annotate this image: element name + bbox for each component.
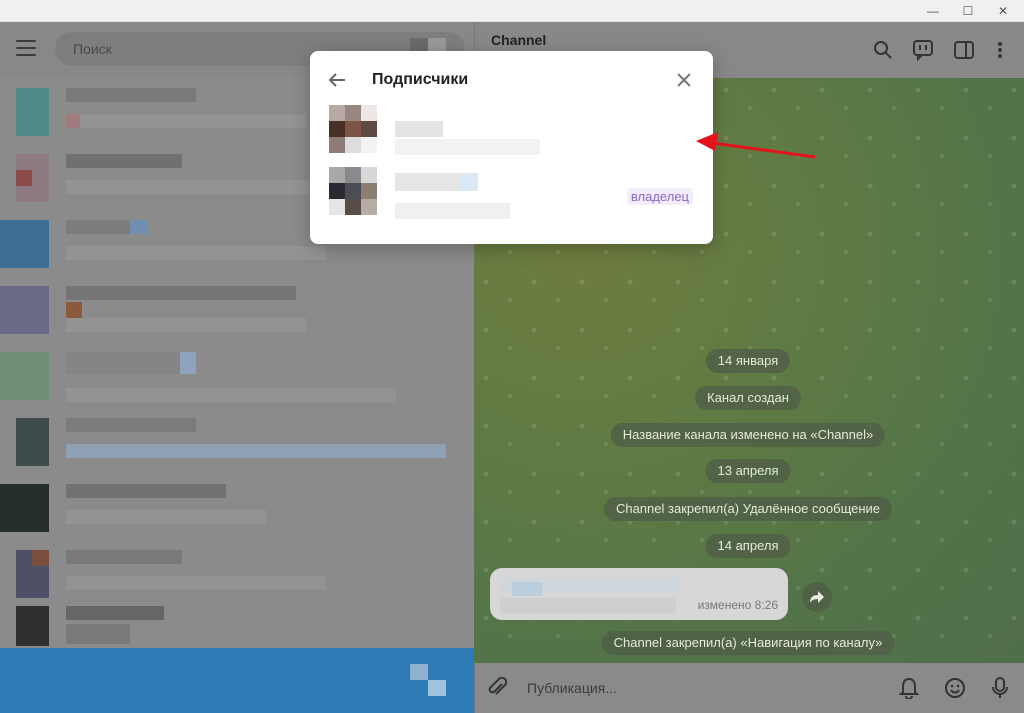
chat-list-item[interactable] (0, 474, 474, 540)
date-separator: 14 января (705, 349, 791, 373)
chat-list-item[interactable] (0, 342, 474, 408)
avatar (329, 105, 377, 153)
bell-icon[interactable] (897, 676, 921, 700)
chat-title[interactable]: Channel (491, 32, 546, 48)
chat-list-item[interactable] (0, 540, 474, 606)
subscriber-status (395, 203, 510, 219)
owner-badge: владелец (626, 188, 693, 205)
message-input[interactable]: Публикация... (527, 680, 617, 696)
maximize-button[interactable]: ☐ (953, 0, 983, 22)
attach-icon[interactable] (485, 676, 509, 700)
dialog-title: Подписчики (372, 71, 469, 88)
more-icon[interactable] (988, 38, 1012, 62)
channel-post-bubble[interactable]: изменено 8:26 (490, 568, 788, 620)
emoji-icon[interactable] (943, 676, 967, 700)
service-message: Channel закрепил(а) «Навигация по каналу… (601, 631, 895, 655)
close-window-button[interactable]: ✕ (988, 0, 1018, 22)
hamburger-icon[interactable] (16, 40, 36, 56)
edited-timestamp: изменено 8:26 (697, 598, 778, 612)
subscriber-name (395, 121, 443, 137)
chat-list-item-selected[interactable] (0, 648, 474, 713)
subscriber-status (395, 139, 540, 155)
mic-icon[interactable] (988, 676, 1012, 700)
annotation-arrow (696, 132, 816, 159)
date-separator: 13 апреля (705, 459, 791, 483)
back-arrow-icon (328, 73, 345, 87)
subscriber-item[interactable] (310, 101, 713, 161)
subscribers-dialog: Подписчики владелец (310, 51, 713, 244)
chat-list-item[interactable] (0, 276, 474, 342)
service-message: Channel закрепил(а) Удалённое сообщение (603, 497, 893, 521)
sidebar-toggle-icon[interactable] (952, 38, 976, 62)
message-input-bar: Публикация... (474, 663, 1024, 713)
search-icon[interactable] (871, 38, 895, 62)
date-separator: 14 апреля (705, 534, 791, 558)
forward-icon (810, 591, 824, 603)
chat-list-item[interactable] (0, 408, 474, 474)
back-button[interactable] (326, 69, 348, 91)
service-message: Канал создан (695, 386, 801, 410)
close-icon (677, 73, 691, 87)
avatar (329, 167, 377, 215)
comments-icon[interactable] (911, 38, 935, 62)
window-titlebar: — ☐ ✕ (0, 0, 1024, 22)
minimize-button[interactable]: — (918, 0, 948, 22)
forward-button[interactable] (802, 582, 832, 612)
service-message: Название канала изменено на «Channel» (610, 423, 886, 447)
close-dialog-button[interactable] (673, 69, 695, 91)
search-placeholder: Поиск (73, 41, 112, 57)
